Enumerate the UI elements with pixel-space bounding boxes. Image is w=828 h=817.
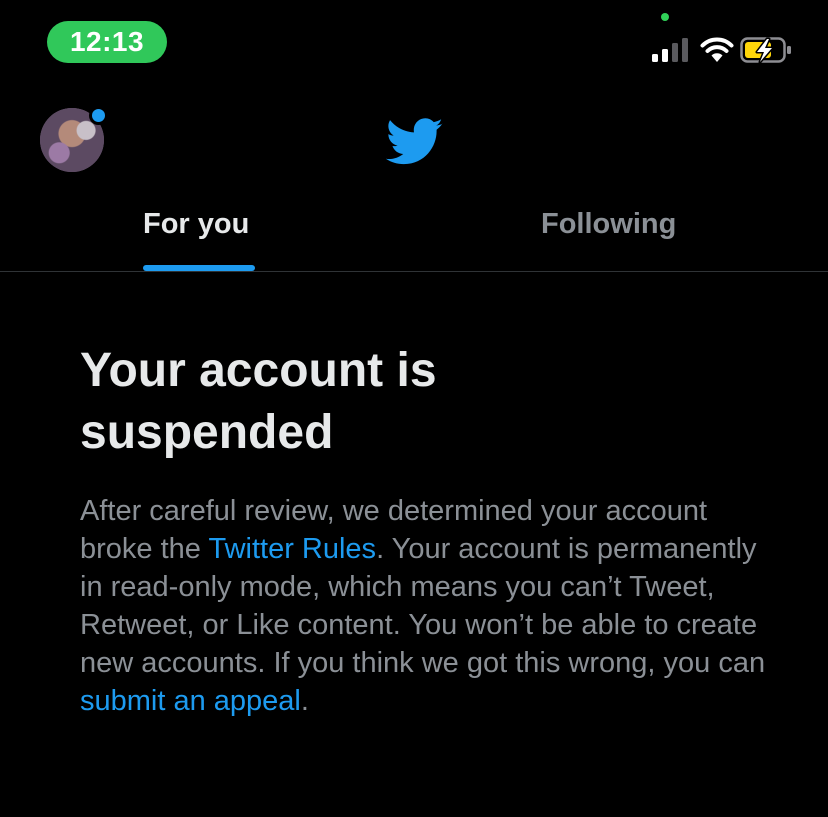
profile-avatar[interactable]: [40, 106, 108, 172]
tab-for-you[interactable]: For you: [143, 208, 249, 241]
status-bar: 12:13: [0, 0, 828, 90]
suspension-notice: Your account is suspended After careful …: [80, 340, 780, 720]
header-divider: [0, 271, 828, 272]
battery-charging-icon: [740, 37, 791, 63]
message-text-3: .: [300, 685, 309, 717]
suspension-title: Your account is suspended: [80, 344, 437, 459]
cellular-signal-icon: [652, 38, 688, 62]
submit-appeal-link[interactable]: submit an appeal: [80, 685, 301, 717]
wifi-icon: [700, 37, 734, 62]
timeline-header: For you Following: [0, 90, 828, 272]
twitter-bird-logo: [386, 118, 443, 165]
status-time: 12:13: [47, 21, 167, 63]
suspension-message: After careful review, we determined your…: [80, 492, 770, 720]
tab-following[interactable]: Following: [541, 208, 676, 241]
notification-dot: [89, 106, 108, 125]
twitter-rules-link[interactable]: Twitter Rules: [208, 533, 376, 565]
privacy-indicator-dot: [661, 13, 669, 21]
